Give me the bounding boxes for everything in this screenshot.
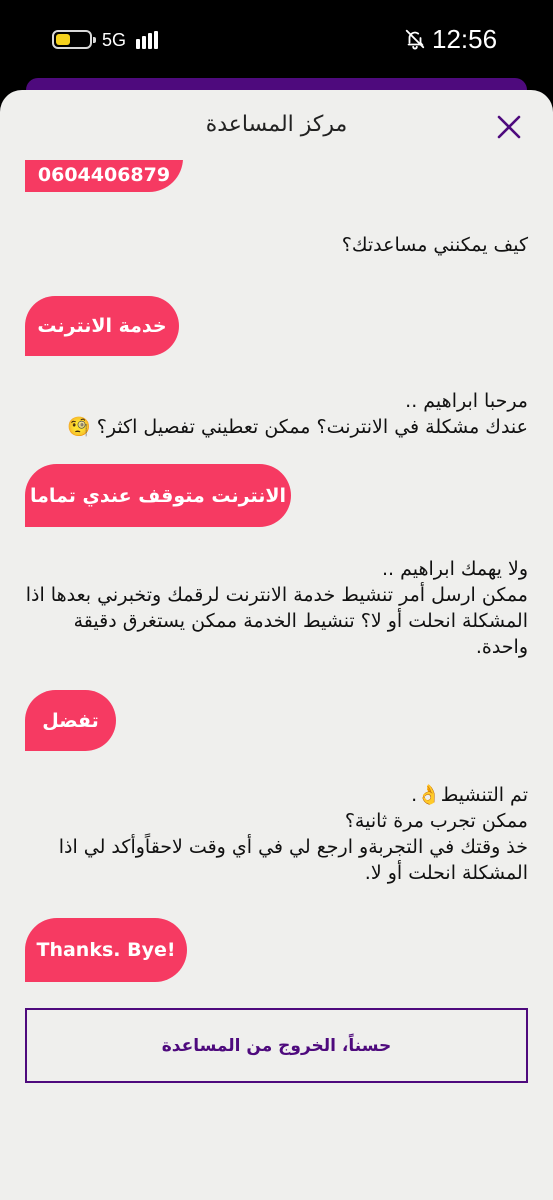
bot-message: كيف يمكنني مساعدتك؟ [341,234,528,256]
bell-muted-icon [405,29,425,50]
bot-message-line: ممكن تجرب مرة ثانية؟ [344,810,528,832]
bot-message-line: خذ وقتك في التجربةو ارجع لي في أي وقت لا… [58,836,528,884]
exit-help-button[interactable]: حسناً، الخروج من المساعدة [25,1008,528,1083]
help-center-sheet: مركز المساعدة 0604406879 كيف يمكنني مساع… [0,90,553,1200]
chat-transcript[interactable]: 0604406879 كيف يمكنني مساعدتك؟ خدمة الان… [0,160,553,1200]
signal-icon [136,31,162,49]
user-message-bubble: Thanks. Bye! [25,918,187,982]
user-message-bubble: الانترنت متوقف عندي تماما [25,464,291,527]
status-bar: 5G 12:56 [0,0,553,80]
bot-message-line: عندك مشكلة في الانترنت؟ ممكن تعطيني تفصي… [67,416,528,438]
user-message-bubble: 0604406879 [25,160,183,192]
network-type: 5G [102,30,127,50]
sheet-header: مركز المساعدة [0,90,553,160]
bot-message: مرحبا ابراهيم .. عندك مشكلة في الانترنت؟… [25,388,528,440]
bot-message: تم التنشيط👌. ممكن تجرب مرة ثانية؟ خذ وقت… [25,782,528,886]
bot-message: ولا يهمك ابراهيم .. ممكن ارسل أمر تنشيط … [25,556,528,660]
bot-message-line: ولا يهمك ابراهيم .. [382,558,528,580]
bot-message-line: ممكن ارسل أمر تنشيط خدمة الانترنت لرقمك … [25,584,528,658]
page-title: مركز المساعدة [205,112,348,137]
bot-message-line: تم التنشيط👌. [411,784,528,806]
bot-message-line: مرحبا ابراهيم .. [405,390,528,412]
close-icon[interactable] [492,110,526,144]
battery-icon [52,30,96,49]
user-message-bubble: تفضل [25,690,116,751]
clock: 12:56 [432,24,498,54]
user-message-bubble: خدمة الانترنت [25,296,179,356]
